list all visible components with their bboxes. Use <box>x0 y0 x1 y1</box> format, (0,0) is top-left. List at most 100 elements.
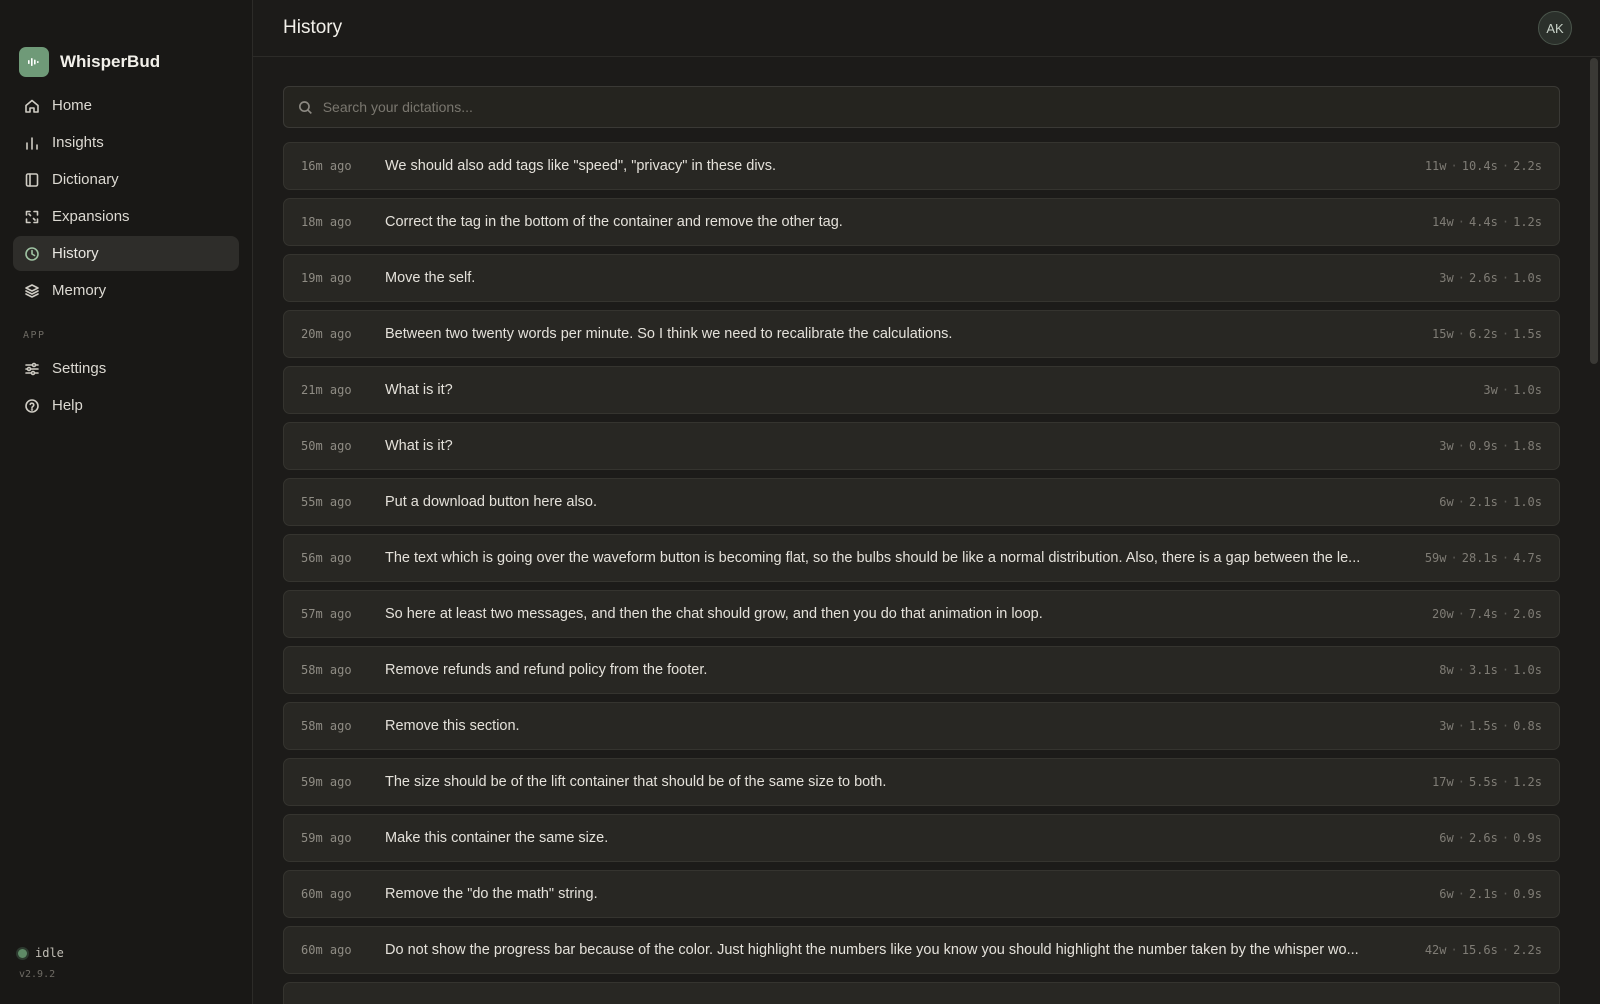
stat-separator: · <box>1450 551 1458 565</box>
stat-latency: 0.9s <box>1513 831 1542 845</box>
row-stats: 6w · 2.1s · 0.9s <box>1439 887 1542 901</box>
main-panel: History AK 16m ago We should also add tag… <box>253 0 1600 1004</box>
row-stats: 20w · 7.4s · 2.0s <box>1432 607 1542 621</box>
history-row[interactable]: 57m ago So here at least two messages, an… <box>283 590 1560 638</box>
sidebar-item-home[interactable]: Home <box>13 88 239 123</box>
history-row[interactable]: 50m ago What is it? 3w · 0.9s · 1.8s <box>283 422 1560 470</box>
stat-separator: · <box>1501 215 1510 229</box>
stat-separator: · <box>1501 719 1510 733</box>
stat-latency: 1.0s <box>1513 495 1542 509</box>
stat-latency: 1.2s <box>1513 775 1542 789</box>
stat-separator: · <box>1450 943 1458 957</box>
history-row[interactable]: 16m ago We should also add tags like "spe… <box>283 142 1560 190</box>
scrollbar-thumb[interactable] <box>1590 58 1598 364</box>
stat-separator: · <box>1501 383 1510 397</box>
row-timestamp: 58m ago <box>301 663 352 677</box>
stat-separator: · <box>1501 887 1510 901</box>
sidebar-item-help[interactable]: Help <box>13 388 239 423</box>
stat-duration: 2.6s <box>1468 271 1498 285</box>
sidebar-item-dictionary[interactable]: Dictionary <box>13 162 239 197</box>
history-row[interactable]: 55m ago Put a download button here also. 6… <box>283 478 1560 526</box>
row-timestamp: 18m ago <box>301 215 352 229</box>
expand-icon <box>24 209 40 225</box>
stat-words: 8w <box>1439 663 1454 677</box>
row-transcript: Remove refunds and refund policy from th… <box>385 662 708 678</box>
help-circle-icon <box>24 398 40 414</box>
stat-latency: 2.2s <box>1513 943 1542 957</box>
stat-latency: 0.8s <box>1513 719 1542 733</box>
history-row[interactable]: 56m ago The text which is going over the … <box>283 534 1560 582</box>
sidebar-item-insights[interactable]: Insights <box>13 125 239 160</box>
history-row[interactable]: 19m ago Move the self. 3w · 2.6s · 1.0s <box>283 254 1560 302</box>
avatar[interactable]: AK <box>1538 11 1572 45</box>
row-transcript: What is it? <box>385 382 453 398</box>
book-icon <box>24 172 40 188</box>
history-row[interactable]: 59m ago Make this container the same size… <box>283 814 1560 862</box>
row-transcript: Do not show the progress bar because of … <box>385 942 1359 958</box>
sidebar-item-settings[interactable]: Settings <box>13 351 239 386</box>
sidebar-item-label: Expansions <box>52 208 130 225</box>
history-row[interactable]: 20m ago Between two twenty words per minu… <box>283 310 1560 358</box>
stat-latency: 1.0s <box>1513 271 1542 285</box>
row-stats: 6w · 2.6s · 0.9s <box>1439 831 1542 845</box>
row-timestamp: 19m ago <box>301 271 352 285</box>
search-input[interactable] <box>322 99 1559 115</box>
waveform-logo-icon <box>19 47 49 77</box>
sidebar-item-expansions[interactable]: Expansions <box>13 199 239 234</box>
history-row[interactable]: 18m ago Correct the tag in the bottom of … <box>283 198 1560 246</box>
row-transcript: The size should be of the lift container… <box>385 774 887 790</box>
brand[interactable]: WhisperBud <box>0 0 252 88</box>
stat-words: 11w <box>1424 159 1447 173</box>
stat-words: 6w <box>1439 887 1454 901</box>
row-stats: 6w · 2.1s · 1.0s <box>1439 495 1542 509</box>
layers-icon <box>24 283 40 299</box>
search-box[interactable] <box>283 86 1560 128</box>
sidebar-item-label: Settings <box>52 360 107 377</box>
stat-duration: 28.1s <box>1461 551 1498 565</box>
stat-duration: 0.9s <box>1468 439 1498 453</box>
row-timestamp: 58m ago <box>301 719 352 733</box>
history-row[interactable]: 60m ago Remove the "do the math" string. 6… <box>283 870 1560 918</box>
stat-latency: 2.2s <box>1513 159 1542 173</box>
row-timestamp: 21m ago <box>301 383 352 397</box>
row-stats: 3w · 1.0s <box>1483 383 1542 397</box>
stat-separator: · <box>1501 327 1510 341</box>
stat-separator: · <box>1501 943 1510 957</box>
stat-separator: · <box>1457 327 1465 341</box>
sidebar-item-label: Memory <box>52 282 107 299</box>
row-timestamp: 20m ago <box>301 327 352 341</box>
row-transcript: Put a download button here also. <box>385 494 598 510</box>
stat-duration: 2.6s <box>1468 831 1498 845</box>
stat-separator: · <box>1457 719 1465 733</box>
sidebar-item-memory[interactable]: Memory <box>13 273 239 308</box>
stat-separator: · <box>1457 775 1465 789</box>
stat-words: 6w <box>1439 831 1454 845</box>
history-row[interactable]: 60m ago Do not show the progress bar beca… <box>283 926 1560 974</box>
status-indicator: idle <box>18 946 64 960</box>
stat-words: 3w <box>1439 439 1454 453</box>
history-row[interactable]: 58m ago Remove this section. 3w · 1.5s · 0.8s <box>283 702 1560 750</box>
row-stats: 42w · 15.6s · 2.2s <box>1425 943 1542 957</box>
history-row[interactable]: 58m ago Remove refunds and refund policy … <box>283 646 1560 694</box>
stat-latency: 1.8s <box>1513 439 1542 453</box>
stat-duration: 7.4s <box>1468 607 1498 621</box>
row-timestamp: 57m ago <box>301 607 352 621</box>
row-stats: 14w · 4.4s · 1.2s <box>1432 215 1542 229</box>
sidebar-item-history[interactable]: History <box>13 236 239 271</box>
history-list: 16m ago We should also add tags like "spe… <box>283 142 1560 1004</box>
topbar: History AK <box>253 0 1600 57</box>
stat-separator: · <box>1457 215 1465 229</box>
history-row[interactable]: 21m ago What is it? 3w · 1.0s <box>283 366 1560 414</box>
sidebar-item-label: Home <box>52 97 93 114</box>
row-transcript: Between two twenty words per minute. So … <box>385 326 953 342</box>
stat-separator: · <box>1457 271 1465 285</box>
stat-duration: 10.4s <box>1461 159 1498 173</box>
history-row[interactable] <box>283 982 1560 1004</box>
sliders-icon <box>24 361 40 377</box>
stat-separator: · <box>1457 495 1465 509</box>
stat-words: 3w <box>1439 719 1454 733</box>
sidebar-item-label: Insights <box>52 134 104 151</box>
history-row[interactable]: 59m ago The size should be of the lift co… <box>283 758 1560 806</box>
row-transcript: Remove this section. <box>385 718 520 734</box>
stat-words: 59w <box>1424 551 1447 565</box>
